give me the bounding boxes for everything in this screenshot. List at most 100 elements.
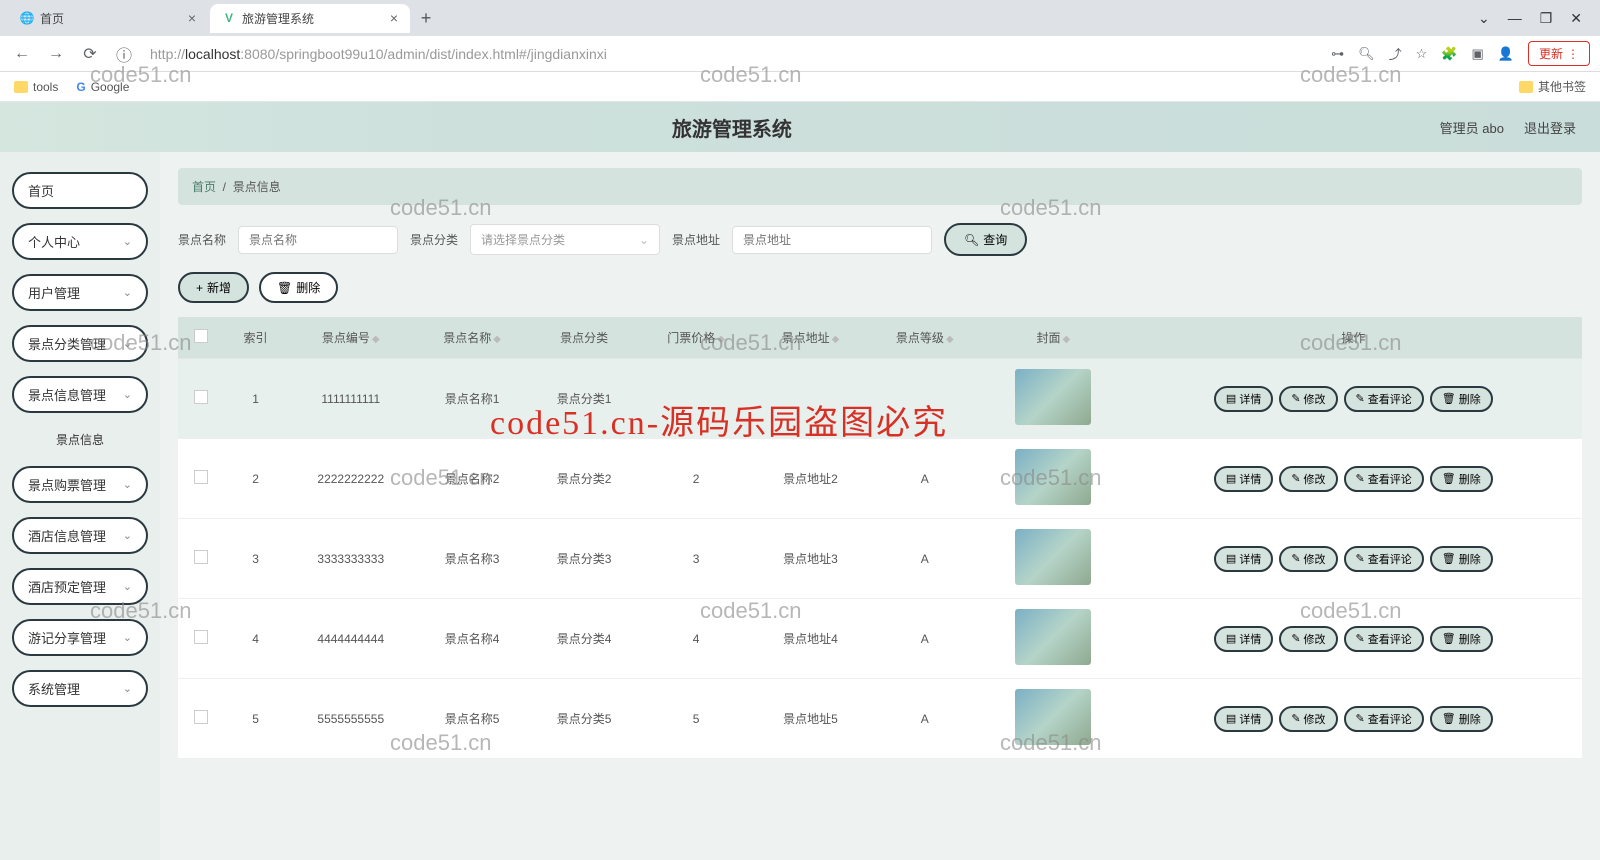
- row-checkbox[interactable]: [194, 390, 208, 404]
- row-checkbox[interactable]: [194, 630, 208, 644]
- th-actions: 操作: [1125, 317, 1582, 359]
- comments-button[interactable]: ✎查看评论: [1344, 626, 1424, 652]
- th-index[interactable]: 索引: [225, 317, 287, 359]
- comment-icon: ✎: [1356, 472, 1365, 485]
- row-delete-button[interactable]: 🗑删除: [1430, 706, 1493, 732]
- bookmark-tools[interactable]: tools: [14, 80, 58, 94]
- info-icon[interactable]: ⓘ: [112, 42, 136, 66]
- th-cover[interactable]: 封面◆: [982, 317, 1125, 359]
- comments-button[interactable]: ✎查看评论: [1344, 386, 1424, 412]
- thumbnail-image[interactable]: [1015, 529, 1091, 585]
- edit-button[interactable]: ✎修改: [1279, 466, 1337, 492]
- sidebar-item-profile[interactable]: 个人中心⌄: [12, 223, 148, 260]
- breadcrumb-home[interactable]: 首页: [192, 180, 216, 194]
- close-window-icon[interactable]: ✕: [1570, 10, 1582, 27]
- share-icon[interactable]: ⤴: [1389, 44, 1402, 63]
- browser-tab-1[interactable]: 🌐 首页 ×: [8, 4, 208, 33]
- cell-grade: A: [868, 519, 982, 599]
- edit-button[interactable]: ✎修改: [1279, 706, 1337, 732]
- sidebar-item-category[interactable]: 景点分类管理⌄: [12, 325, 148, 362]
- doc-icon: ▤: [1226, 392, 1236, 405]
- sidebar-item-system[interactable]: 系统管理⌄: [12, 670, 148, 707]
- edit-button[interactable]: ✎修改: [1279, 386, 1337, 412]
- chevron-down-icon: ⌄: [123, 580, 132, 593]
- comments-button[interactable]: ✎查看评论: [1344, 466, 1424, 492]
- key-icon[interactable]: ⊶: [1331, 46, 1344, 62]
- panel-icon[interactable]: ▣: [1472, 46, 1484, 62]
- sidebar-item-travel-share[interactable]: 游记分享管理⌄: [12, 619, 148, 656]
- back-button[interactable]: ←: [10, 42, 34, 66]
- close-icon[interactable]: ×: [188, 10, 196, 26]
- minimize-icon[interactable]: —: [1508, 10, 1522, 27]
- row-delete-button[interactable]: 🗑删除: [1430, 626, 1493, 652]
- detail-button[interactable]: ▤详情: [1214, 626, 1273, 652]
- name-input[interactable]: [238, 226, 398, 254]
- browser-tab-2[interactable]: V 旅游管理系统 ×: [210, 4, 410, 33]
- reload-button[interactable]: ⟳: [78, 42, 102, 66]
- thumbnail-image[interactable]: [1015, 449, 1091, 505]
- new-tab-button[interactable]: +: [412, 4, 440, 32]
- extensions-icon[interactable]: 🧩: [1441, 46, 1457, 62]
- thumbnail-image[interactable]: [1015, 369, 1091, 425]
- edit-icon: ✎: [1291, 632, 1300, 645]
- google-icon: G: [76, 80, 85, 94]
- bookmark-google[interactable]: G Google: [76, 80, 129, 94]
- thumbnail-image[interactable]: [1015, 609, 1091, 665]
- profile-icon[interactable]: 👤: [1498, 46, 1514, 62]
- add-button[interactable]: + 新增: [178, 272, 249, 303]
- user-label[interactable]: 管理员 abo: [1440, 118, 1504, 137]
- address-input[interactable]: [732, 226, 932, 254]
- row-checkbox[interactable]: [194, 550, 208, 564]
- th-checkbox[interactable]: [178, 317, 225, 359]
- logout-link[interactable]: 退出登录: [1524, 118, 1576, 137]
- edit-button[interactable]: ✎修改: [1279, 546, 1337, 572]
- cell-grade: A: [868, 599, 982, 679]
- detail-button[interactable]: ▤详情: [1214, 386, 1273, 412]
- sidebar-item-users[interactable]: 用户管理⌄: [12, 274, 148, 311]
- row-delete-button[interactable]: 🗑删除: [1430, 546, 1493, 572]
- comment-icon: ✎: [1356, 392, 1365, 405]
- row-checkbox[interactable]: [194, 710, 208, 724]
- breadcrumb: 首页 / 景点信息: [178, 168, 1582, 205]
- comments-button[interactable]: ✎查看评论: [1344, 706, 1424, 732]
- th-address[interactable]: 景点地址◆: [753, 317, 867, 359]
- detail-button[interactable]: ▤详情: [1214, 466, 1273, 492]
- comments-button[interactable]: ✎查看评论: [1344, 546, 1424, 572]
- row-checkbox[interactable]: [194, 470, 208, 484]
- th-grade[interactable]: 景点等级◆: [868, 317, 982, 359]
- th-name[interactable]: 景点名称◆: [415, 317, 529, 359]
- edit-icon: ✎: [1291, 712, 1300, 725]
- query-button[interactable]: 🔍︎ 查询: [944, 223, 1027, 256]
- close-icon[interactable]: ×: [390, 10, 398, 26]
- sidebar-item-hotel-booking[interactable]: 酒店预定管理⌄: [12, 568, 148, 605]
- address-bar[interactable]: http://localhost:8080/springboot99u10/ad…: [146, 42, 1321, 66]
- thumbnail-image[interactable]: [1015, 689, 1091, 745]
- maximize-icon[interactable]: ❐: [1540, 10, 1553, 27]
- cell-price: 3: [639, 519, 753, 599]
- cell-price: 2: [639, 439, 753, 519]
- edit-button[interactable]: ✎修改: [1279, 626, 1337, 652]
- forward-button[interactable]: →: [44, 42, 68, 66]
- sidebar-item-home[interactable]: 首页: [12, 172, 148, 209]
- th-category[interactable]: 景点分类: [529, 317, 639, 359]
- detail-button[interactable]: ▤详情: [1214, 706, 1273, 732]
- delete-button[interactable]: 🗑 删除: [259, 272, 338, 303]
- th-code[interactable]: 景点编号◆: [287, 317, 415, 359]
- cell-address: 景点地址3: [753, 519, 867, 599]
- category-select[interactable]: 请选择景点分类 ⌄: [470, 224, 660, 255]
- sidebar-item-spot-info-mgmt[interactable]: 景点信息管理⌄: [12, 376, 148, 413]
- breadcrumb-current: 景点信息: [233, 180, 281, 194]
- chevron-down-icon[interactable]: ⌄: [1478, 10, 1490, 27]
- row-delete-button[interactable]: 🗑删除: [1430, 386, 1493, 412]
- sidebar-item-ticket[interactable]: 景点购票管理⌄: [12, 466, 148, 503]
- bookmark-other[interactable]: 其他书签: [1519, 78, 1586, 95]
- update-button[interactable]: 更新⋮: [1528, 41, 1590, 66]
- star-icon[interactable]: ☆: [1416, 46, 1428, 62]
- th-price[interactable]: 门票价格◆: [639, 317, 753, 359]
- cell-index: 1: [225, 359, 287, 439]
- sidebar-item-hotel-info[interactable]: 酒店信息管理⌄: [12, 517, 148, 554]
- zoom-icon[interactable]: 🔍︎: [1358, 46, 1375, 62]
- row-delete-button[interactable]: 🗑删除: [1430, 466, 1493, 492]
- sidebar-item-spot-info[interactable]: 景点信息: [12, 427, 148, 452]
- detail-button[interactable]: ▤详情: [1214, 546, 1273, 572]
